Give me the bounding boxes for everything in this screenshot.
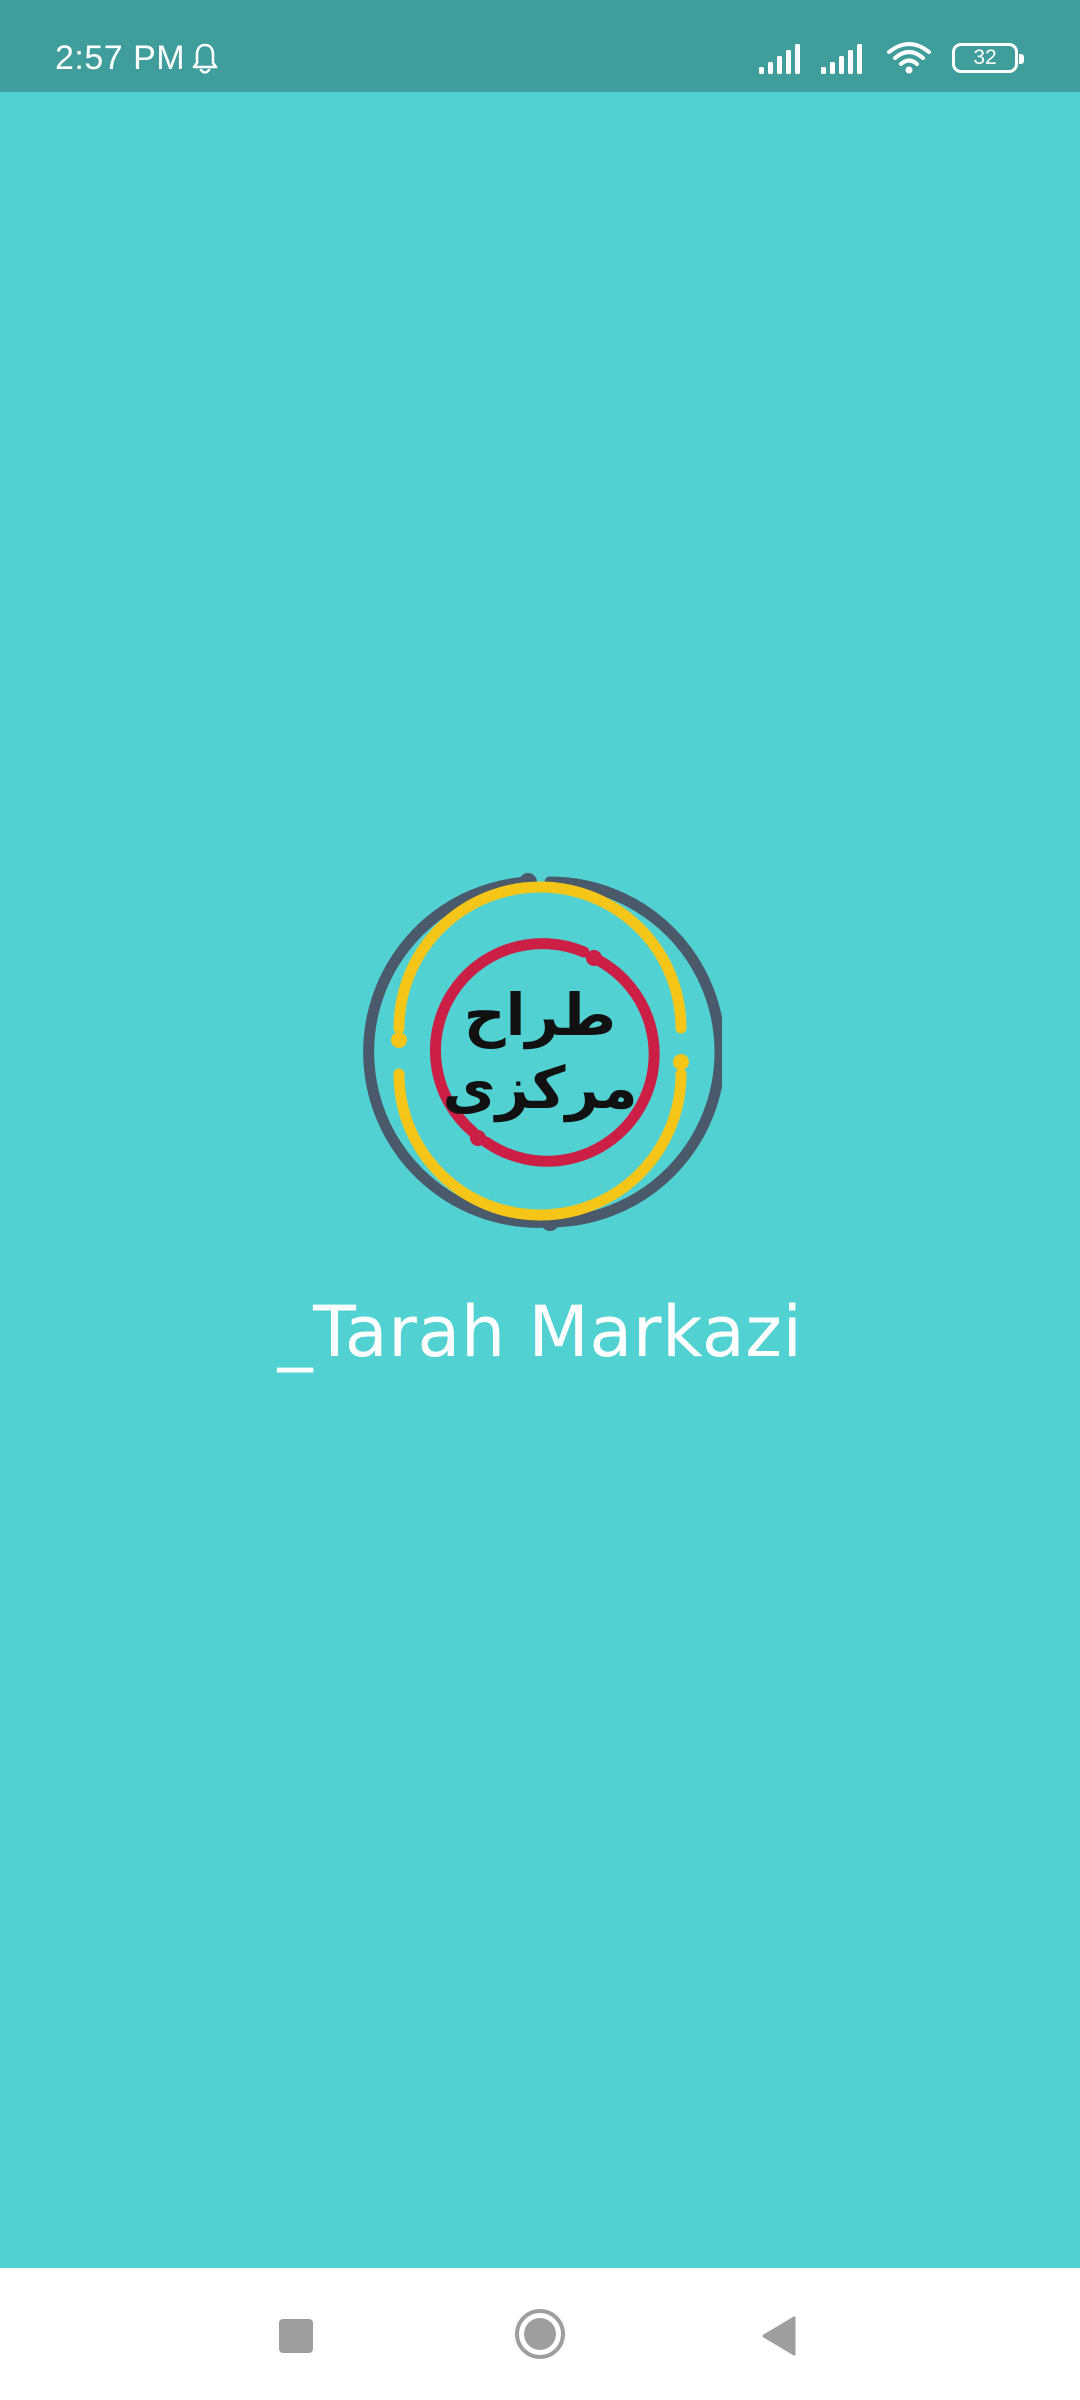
wifi-icon <box>887 42 931 74</box>
logo-text-line1: طراح <box>464 981 616 1050</box>
splash-screen: طراح مرکزی _Tarah Markazi <box>0 92 1080 2268</box>
logo-text-line2: مرکزی <box>443 1054 638 1123</box>
status-time: 2:57 PM <box>55 39 186 77</box>
signal-icon <box>759 44 800 74</box>
bell-icon <box>192 43 218 74</box>
status-icons: 32 <box>758 40 1024 76</box>
home-icon[interactable] <box>514 2308 566 2360</box>
back-icon[interactable] <box>756 2312 804 2360</box>
battery-level: 32 <box>973 46 997 69</box>
recent-apps-icon[interactable] <box>272 2312 320 2360</box>
signal-icon <box>821 44 862 74</box>
app-logo: طراح مرکزی <box>363 873 722 1231</box>
app-name: _Tarah Markazi <box>277 1291 803 1373</box>
battery-icon: 32 <box>952 43 1024 73</box>
navigation-bar <box>0 2268 1080 2400</box>
status-bar: 2:57 PM 32 <box>0 0 1080 92</box>
